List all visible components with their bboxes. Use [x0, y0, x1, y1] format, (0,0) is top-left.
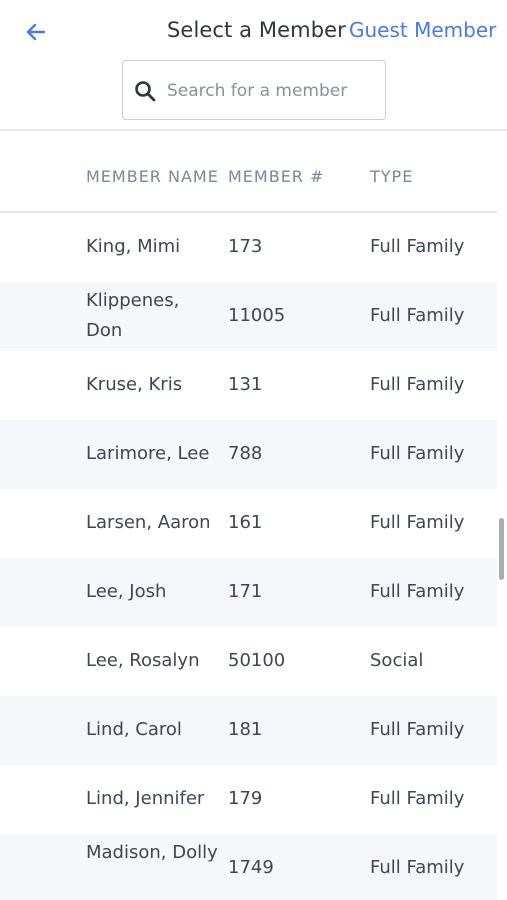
table-row[interactable]: King, Mimi 173 Full Family	[0, 213, 497, 282]
table-row[interactable]: Lind, Carol 181 Full Family	[0, 696, 497, 765]
column-header-type[interactable]: TYPE	[370, 167, 413, 186]
scrollbar[interactable]	[497, 143, 507, 900]
member-type-cell: Full Family	[370, 857, 465, 878]
member-number-cell: 131	[228, 374, 263, 395]
member-type-cell: Social	[370, 650, 424, 671]
table-row[interactable]: Lind, Jennifer 179 Full Family	[0, 765, 497, 834]
member-name-cell: Lind, Jennifer	[86, 788, 205, 809]
arrow-left-icon	[26, 23, 46, 41]
member-name-cell: Lind, Carol	[86, 719, 182, 740]
table-row[interactable]: Larsen, Aaron 161 Full Family	[0, 489, 497, 558]
member-name-cell: Klippenes, Don	[86, 290, 180, 341]
member-select-screen: Select a Member Guest Member MEMBER NAME…	[0, 0, 507, 900]
member-type-cell: Full Family	[370, 443, 465, 464]
page-title: Select a Member	[167, 18, 346, 42]
member-number-cell: 788	[228, 443, 263, 464]
search-box[interactable]	[122, 60, 386, 120]
table-row[interactable]: Kruse, Kris 131 Full Family	[0, 351, 497, 420]
member-type-cell: Full Family	[370, 581, 465, 602]
member-name-cell: Madison, Dolly	[86, 842, 218, 863]
member-type-cell: Full Family	[370, 719, 465, 740]
member-number-cell: 173	[228, 236, 263, 257]
member-number-cell: 50100	[228, 650, 286, 671]
member-type-cell: Full Family	[370, 788, 465, 809]
member-number-cell: 171	[228, 581, 263, 602]
guest-member-link[interactable]: Guest Member	[349, 18, 496, 42]
table-row[interactable]: Larimore, Lee 788 Full Family	[0, 420, 497, 489]
member-name-cell: King, Mimi	[86, 236, 181, 257]
member-number-cell: 11005	[228, 305, 286, 326]
member-name-cell: Larimore, Lee	[86, 443, 210, 464]
member-name-cell: Kruse, Kris	[86, 374, 183, 395]
table-row[interactable]: Lee, Rosalyn 50100 Social	[0, 627, 497, 696]
member-name-cell: Lee, Rosalyn	[86, 650, 200, 671]
member-type-cell: Full Family	[370, 305, 465, 326]
member-name-cell: Lee, Josh	[86, 581, 167, 602]
search-icon	[135, 81, 156, 102]
members-table: MEMBER NAME MEMBER # TYPE King, Mimi 173…	[0, 143, 497, 900]
column-header-member-number[interactable]: MEMBER #	[228, 167, 324, 186]
header: Select a Member Guest Member	[0, 0, 507, 131]
table-row[interactable]: Klippenes, Don 11005 Full Family	[0, 282, 497, 351]
column-header-member-name[interactable]: MEMBER NAME	[86, 167, 219, 186]
header-divider	[0, 129, 507, 131]
back-button[interactable]	[22, 18, 50, 46]
member-name-cell: Larsen, Aaron	[86, 512, 211, 533]
member-number-cell: 161	[228, 512, 263, 533]
member-number-cell: 1749	[228, 857, 274, 878]
table-row[interactable]: Lee, Josh 171 Full Family	[0, 558, 497, 627]
member-type-cell: Full Family	[370, 374, 465, 395]
member-type-cell: Full Family	[370, 512, 465, 533]
member-number-cell: 181	[228, 719, 263, 740]
table-row[interactable]: Madison, Dolly 1749 Full Family	[0, 834, 497, 900]
scrollbar-thumb[interactable]	[499, 518, 504, 580]
member-type-cell: Full Family	[370, 236, 465, 257]
table-header: MEMBER NAME MEMBER # TYPE	[0, 143, 497, 213]
search-input[interactable]	[167, 73, 375, 109]
member-number-cell: 179	[228, 788, 263, 809]
